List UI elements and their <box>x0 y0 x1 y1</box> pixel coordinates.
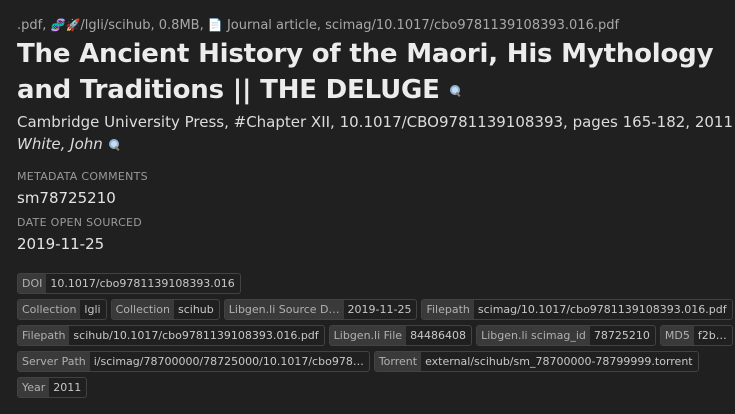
file-size: , 0.8MB, <box>150 18 208 33</box>
tag-value: 78725210 <box>593 329 650 342</box>
tag-key: Libgen.li Source D… <box>224 300 344 319</box>
metadata-comments-label: METADATA COMMENTS <box>17 170 148 183</box>
file-type: Journal article <box>226 18 317 33</box>
file-path: , scimag/10.1017/cbo9781139108393.016.pd… <box>316 18 620 33</box>
tag-value: scimag/10.1017/cbo9781139108393.016.pdf <box>477 303 727 316</box>
tag-value: external/scihub/sm_78700000-78799999.tor… <box>425 355 693 368</box>
tag-value: scihub <box>178 303 214 316</box>
page-title: The Ancient History of the Maori, His My… <box>17 36 729 108</box>
file-extension: .pdf <box>17 18 43 33</box>
tag-key: Year <box>18 378 50 397</box>
tag-value: f2b… <box>697 329 727 342</box>
tag-row: Collection lgli Collection scihub Libgen… <box>17 299 733 320</box>
publication-info: Cambridge University Press, #Chapter XII… <box>17 113 734 131</box>
tag-collection[interactable]: Collection lgli <box>17 299 107 320</box>
author-line: White, John <box>17 133 729 155</box>
tag-libgen-scimag-id[interactable]: Libgen.li scimag_id 78725210 <box>476 325 656 346</box>
tag-key: Libgen.li File <box>329 326 407 345</box>
tag-value: 84486408 <box>410 329 467 342</box>
date-open-sourced-value: 2019-11-25 <box>17 235 105 253</box>
tag-key: Torrent <box>374 352 422 371</box>
tag-key: Filepath <box>18 326 70 345</box>
record-header: .pdf, 🧬🚀/lgli/scihub, 0.8MB, 📄 Journal a… <box>17 14 734 254</box>
tag-server-path[interactable]: Server Path i/scimag/78700000/78725000/1… <box>17 351 370 372</box>
tag-year[interactable]: Year 2011 <box>17 377 88 398</box>
tag-md5[interactable]: MD5 f2b… <box>659 325 733 346</box>
tag-row: Server Path i/scimag/78700000/78725000/1… <box>17 351 729 372</box>
search-icon[interactable] <box>449 84 462 97</box>
tag-value: lgli <box>84 303 101 316</box>
tag-libgen-source-date[interactable]: Libgen.li Source D… 2019-11-25 <box>223 299 418 320</box>
tag-key: Filepath <box>422 300 474 319</box>
tag-key: DOI <box>18 274 47 293</box>
identifier-tags: DOI 10.1017/cbo9781139108393.016 Collect… <box>17 273 733 403</box>
tag-value: 2019-11-25 <box>347 303 412 316</box>
file-meta-line: .pdf, 🧬🚀/lgli/scihub, 0.8MB, 📄 Journal a… <box>17 14 729 36</box>
title-text: The Ancient History of the Maori, His My… <box>17 39 714 105</box>
document-icon: 📄 <box>207 18 223 32</box>
separator: , <box>42 18 51 33</box>
tag-collection[interactable]: Collection scihub <box>110 299 220 320</box>
tag-key: Server Path <box>18 352 90 371</box>
rocket-icon: 🚀 <box>65 18 81 32</box>
tag-key: Libgen.li scimag_id <box>477 326 590 345</box>
tag-torrent[interactable]: Torrent external/scihub/sm_78700000-7879… <box>373 351 699 372</box>
tag-value: scihub/10.1017/cbo9781139108393.016.pdf <box>73 329 319 342</box>
tag-value: 10.1017/cbo9781139108393.016 <box>50 277 235 290</box>
search-icon[interactable] <box>108 138 121 151</box>
tag-key: MD5 <box>660 326 694 345</box>
tag-key: Collection <box>111 300 174 319</box>
metadata-comments-value: sm78725210 <box>17 189 116 207</box>
tag-row: DOI 10.1017/cbo9781139108393.016 <box>17 273 729 294</box>
tag-row: Year 2011 <box>17 377 729 398</box>
tag-key: Collection <box>18 300 81 319</box>
tag-value: i/scimag/78700000/78725000/10.1017/cbo97… <box>93 355 364 368</box>
tag-libgen-file[interactable]: Libgen.li File 84486408 <box>328 325 473 346</box>
tag-row: Filepath scihub/10.1017/cbo9781139108393… <box>17 325 733 346</box>
author-name[interactable]: White, John <box>17 135 103 153</box>
file-sources: /lgli/scihub <box>80 18 151 33</box>
tag-doi[interactable]: DOI 10.1017/cbo9781139108393.016 <box>17 273 241 294</box>
date-open-sourced-label: DATE OPEN SOURCED <box>17 216 143 229</box>
tag-filepath[interactable]: Filepath scimag/10.1017/cbo9781139108393… <box>421 299 733 320</box>
tag-filepath[interactable]: Filepath scihub/10.1017/cbo9781139108393… <box>17 325 325 346</box>
dna-icon: 🧬 <box>50 18 66 32</box>
tag-value: 2011 <box>53 381 82 394</box>
